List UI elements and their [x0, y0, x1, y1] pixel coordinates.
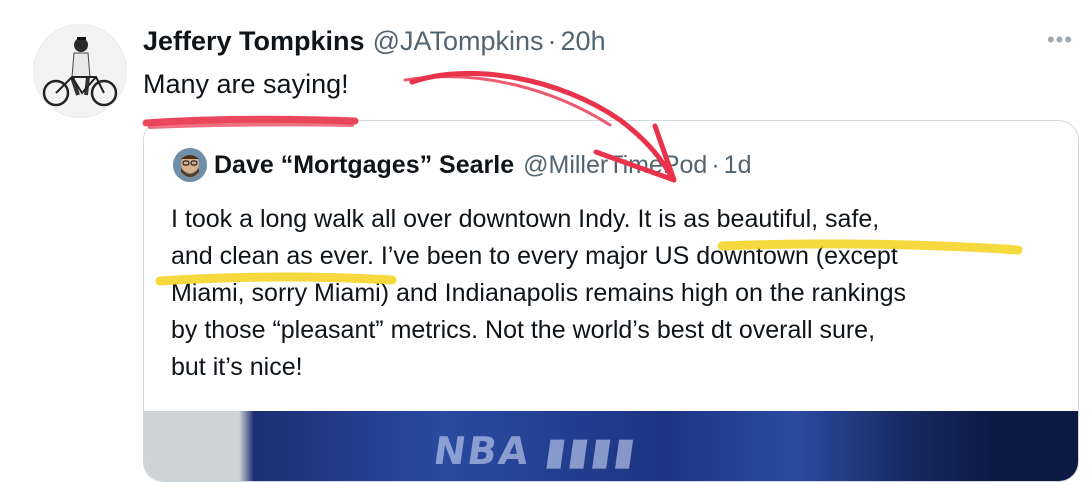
quoted-text-line: I took a long walk all over downtown Ind… [171, 205, 880, 233]
tweet-timestamp[interactable]: 20h [561, 24, 606, 58]
cyclist-avatar-image [42, 37, 118, 107]
more-horizontal-icon[interactable]: ••• [1043, 28, 1077, 52]
bearded-man-avatar-image [173, 148, 207, 182]
quoted-header-separator: · [711, 151, 720, 179]
quoted-text-line: Miami, sorry Miami) and Indianapolis rem… [171, 279, 907, 307]
quoted-author-avatar[interactable] [173, 148, 207, 182]
quoted-author-handle[interactable]: @MillerTimePod [523, 148, 707, 182]
author-name[interactable]: Jeffery Tompkins [143, 24, 365, 58]
header-separator: · [547, 26, 557, 56]
media-graphic: NBA ▮▮▮▮ [430, 429, 641, 473]
quoted-tweet-timestamp[interactable]: 1d [724, 148, 752, 182]
quoted-text-line: by those “pleasant” metrics. Not the wor… [171, 316, 876, 344]
quoted-text-line: and clean as ever. I’ve been to every ma… [171, 242, 898, 270]
quoted-tweet-text: I took a long walk all over downtown Ind… [171, 201, 1071, 386]
quoted-tweet-header: Dave “Mortgages” Searle @MillerTimePod ·… [214, 148, 751, 182]
quoted-author-name[interactable]: Dave “Mortgages” Searle [214, 148, 514, 182]
tweet-text: Many are saying! [143, 69, 349, 99]
author-handle[interactable]: @JATompkins [373, 24, 544, 58]
author-avatar[interactable] [33, 24, 127, 118]
quoted-tweet-media[interactable]: NBA ▮▮▮▮ [144, 411, 1078, 481]
tweet-header: Jeffery Tompkins @JATompkins · 20h [143, 24, 606, 58]
red-arrow-mark [403, 75, 612, 127]
quoted-text-line: but it’s nice! [171, 353, 303, 381]
quoted-tweet-card[interactable]: Dave “Mortgages” Searle @MillerTimePod ·… [143, 120, 1079, 482]
